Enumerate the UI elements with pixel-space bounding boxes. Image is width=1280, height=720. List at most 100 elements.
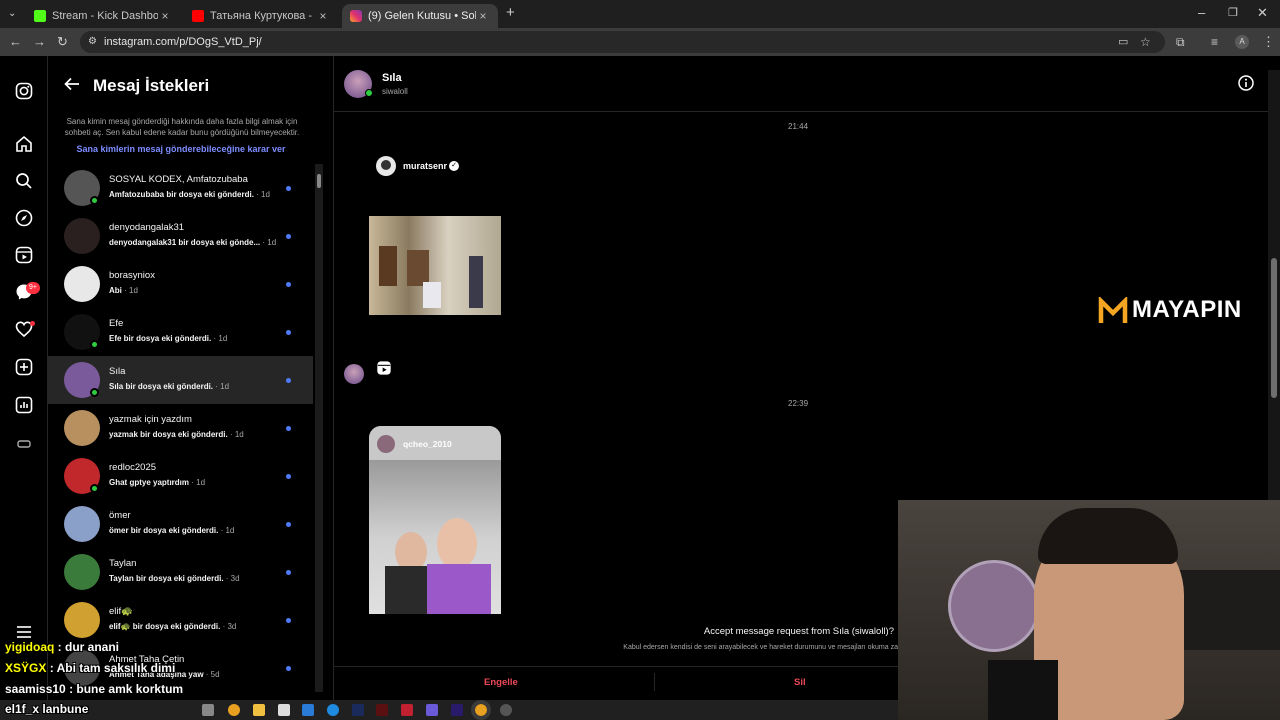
tab-instagram[interactable]: (9) Gelen Kutusu • Sohbetler × [342, 4, 498, 28]
search-icon[interactable] [15, 172, 33, 190]
request-preview: Efe bir dosya eki gönderdi. · 1d [109, 334, 228, 343]
reels-icon[interactable] [15, 246, 33, 264]
cast-icon[interactable]: ▭ [1118, 34, 1128, 50]
mayapin-logo-icon [1098, 297, 1128, 323]
threads-icon[interactable] [15, 435, 33, 453]
menu-icon[interactable]: ⋮ [1262, 34, 1275, 50]
instagram-logo-icon[interactable] [15, 82, 33, 100]
request-list-item[interactable]: Sıla Sıla bir dosya eki gönderdi. · 1d [48, 356, 313, 404]
chat-text: : bune amk korktum [65, 682, 184, 696]
close-icon[interactable]: × [476, 9, 490, 23]
close-icon[interactable]: × [316, 9, 330, 23]
chat-username: saamiss10 [5, 682, 66, 696]
request-list-scrollbar[interactable] [315, 164, 323, 692]
bookmark-star-icon[interactable]: ☆ [1140, 34, 1151, 50]
request-preview: ömer bir dosya eki gönderdi. · 1d [109, 526, 235, 535]
shared-post-username[interactable]: muratsenr [403, 161, 447, 171]
create-icon[interactable] [15, 358, 33, 376]
window-close-icon[interactable]: ✕ [1257, 5, 1268, 21]
request-sender-name: borasyniox [109, 270, 155, 281]
delete-button[interactable]: Sil [794, 677, 806, 688]
tab-list-icon[interactable]: ⌄ [8, 6, 16, 22]
page-title: Mesaj İstekleri [93, 76, 210, 95]
peer-name[interactable]: Sıla [382, 72, 402, 84]
unread-dot [286, 234, 291, 239]
task-view-icon[interactable] [202, 704, 214, 716]
site-info-icon[interactable]: ⚙ [88, 34, 97, 50]
hamburger-menu-icon[interactable] [15, 623, 33, 641]
avatar[interactable] [344, 364, 364, 384]
illustrator-icon[interactable] [376, 704, 388, 716]
tab-kick[interactable]: Stream - Kick Dashboard × [26, 4, 180, 28]
request-list-item[interactable]: borasyniox Abi · 1d [48, 260, 313, 308]
peer-username: siwaloll [382, 87, 408, 96]
info-icon[interactable] [1238, 75, 1254, 91]
dashboard-icon[interactable] [15, 396, 33, 414]
request-time: · 1d [262, 238, 277, 247]
profile-avatar[interactable]: A [1235, 35, 1249, 49]
photoshop-icon[interactable] [352, 704, 364, 716]
scrollbar-thumb[interactable] [1271, 258, 1277, 398]
request-sender-name: ömer [109, 510, 131, 521]
request-preview: Sıla bir dosya eki gönderdi. · 1d [109, 382, 230, 391]
avatar [377, 435, 395, 453]
scrollbar-thumb[interactable] [317, 174, 321, 188]
app-icon[interactable] [302, 704, 314, 716]
message-timestamp: 21:44 [788, 122, 809, 131]
request-list-item[interactable]: SOSYAL KODEX, Amfatozubaba Amfatozubaba b… [48, 164, 313, 212]
back-icon[interactable]: ← [9, 34, 22, 50]
back-arrow-icon[interactable] [64, 77, 80, 91]
activity-dot [30, 321, 35, 326]
request-list-item[interactable]: Taylan Taylan bir dosya eki gönderdi. · 3… [48, 548, 313, 596]
restore-icon[interactable]: ❐ [1228, 5, 1238, 21]
instagram-favicon [350, 10, 362, 22]
online-indicator [90, 388, 99, 397]
shared-post-image[interactable] [369, 216, 501, 315]
online-indicator [90, 484, 99, 493]
app-icon[interactable] [426, 704, 438, 716]
block-button[interactable]: Engelle [484, 677, 518, 688]
request-list-item[interactable]: redloc2025 Ghat gptye yaptırdım · 1d [48, 452, 313, 500]
tab-youtube[interactable]: Татьяна Куртукова - Матушка × [184, 4, 338, 28]
close-icon[interactable]: × [158, 9, 172, 23]
verified-badge-icon: ✓ [449, 161, 459, 171]
request-sender-name: Taylan [109, 558, 137, 569]
request-list-item[interactable]: denyodangalak31 denyodangalak31 bir dosya… [48, 212, 313, 260]
store-icon[interactable] [278, 704, 290, 716]
reload-icon[interactable]: ↻ [57, 34, 68, 50]
chrome-active-icon[interactable] [471, 700, 491, 720]
decide-who-can-message-link[interactable]: Sana kimlerin mesaj gönderebileceğine ka… [48, 144, 314, 154]
shared-reel-card[interactable]: qcheo_2010 [369, 426, 501, 614]
unread-dot [286, 570, 291, 575]
reel-username: qcheo_2010 [403, 439, 452, 449]
minimize-icon[interactable]: – [1198, 5, 1205, 21]
avatar [64, 410, 100, 446]
request-preview: elif🐢 bir dosya eki gönderdi. · 3d [109, 622, 237, 631]
extensions-icon[interactable]: ⧉ [1176, 34, 1185, 50]
home-icon[interactable] [15, 135, 33, 153]
new-tab-icon[interactable]: + [506, 5, 515, 21]
chat-text: lanbune [39, 702, 89, 716]
request-list-item[interactable]: Efe Efe bir dosya eki gönderdi. · 1d [48, 308, 313, 356]
explore-icon[interactable] [15, 209, 33, 227]
chat-text: : Abi tam saksılık dimi [46, 661, 176, 675]
media-icon[interactable]: ≡ [1211, 34, 1218, 50]
accept-request-bar: Accept message request from Sıla (siwalo… [334, 614, 898, 664]
address-toolbar: ← → ↻ ⚙ instagram.com/p/DOgS_VtD_Pj/ ▭ ☆… [0, 28, 1280, 56]
request-list-item[interactable]: ömer ömer bir dosya eki gönderdi. · 1d [48, 500, 313, 548]
app-icon[interactable] [401, 704, 413, 716]
forward-icon[interactable]: → [33, 34, 46, 50]
request-time: · 5d [205, 670, 220, 679]
edge-icon[interactable] [327, 704, 339, 716]
unread-dot [286, 666, 291, 671]
chrome-icon[interactable] [228, 704, 240, 716]
request-time: · 1d [213, 334, 228, 343]
request-list-item[interactable]: elif🐢 elif🐢 bir dosya eki gönderdi. · 3d [48, 596, 313, 644]
file-explorer-icon[interactable] [253, 704, 265, 716]
avatar[interactable] [376, 156, 396, 176]
obs-icon[interactable] [500, 704, 512, 716]
request-list-item[interactable]: yazmak için yazdım yazmak bir dosya eki g… [48, 404, 313, 452]
premiere-icon[interactable] [451, 704, 463, 716]
url-bar[interactable]: ⚙ instagram.com/p/DOgS_VtD_Pj/ ▭ ☆ [80, 31, 1165, 53]
unread-dot [286, 186, 291, 191]
